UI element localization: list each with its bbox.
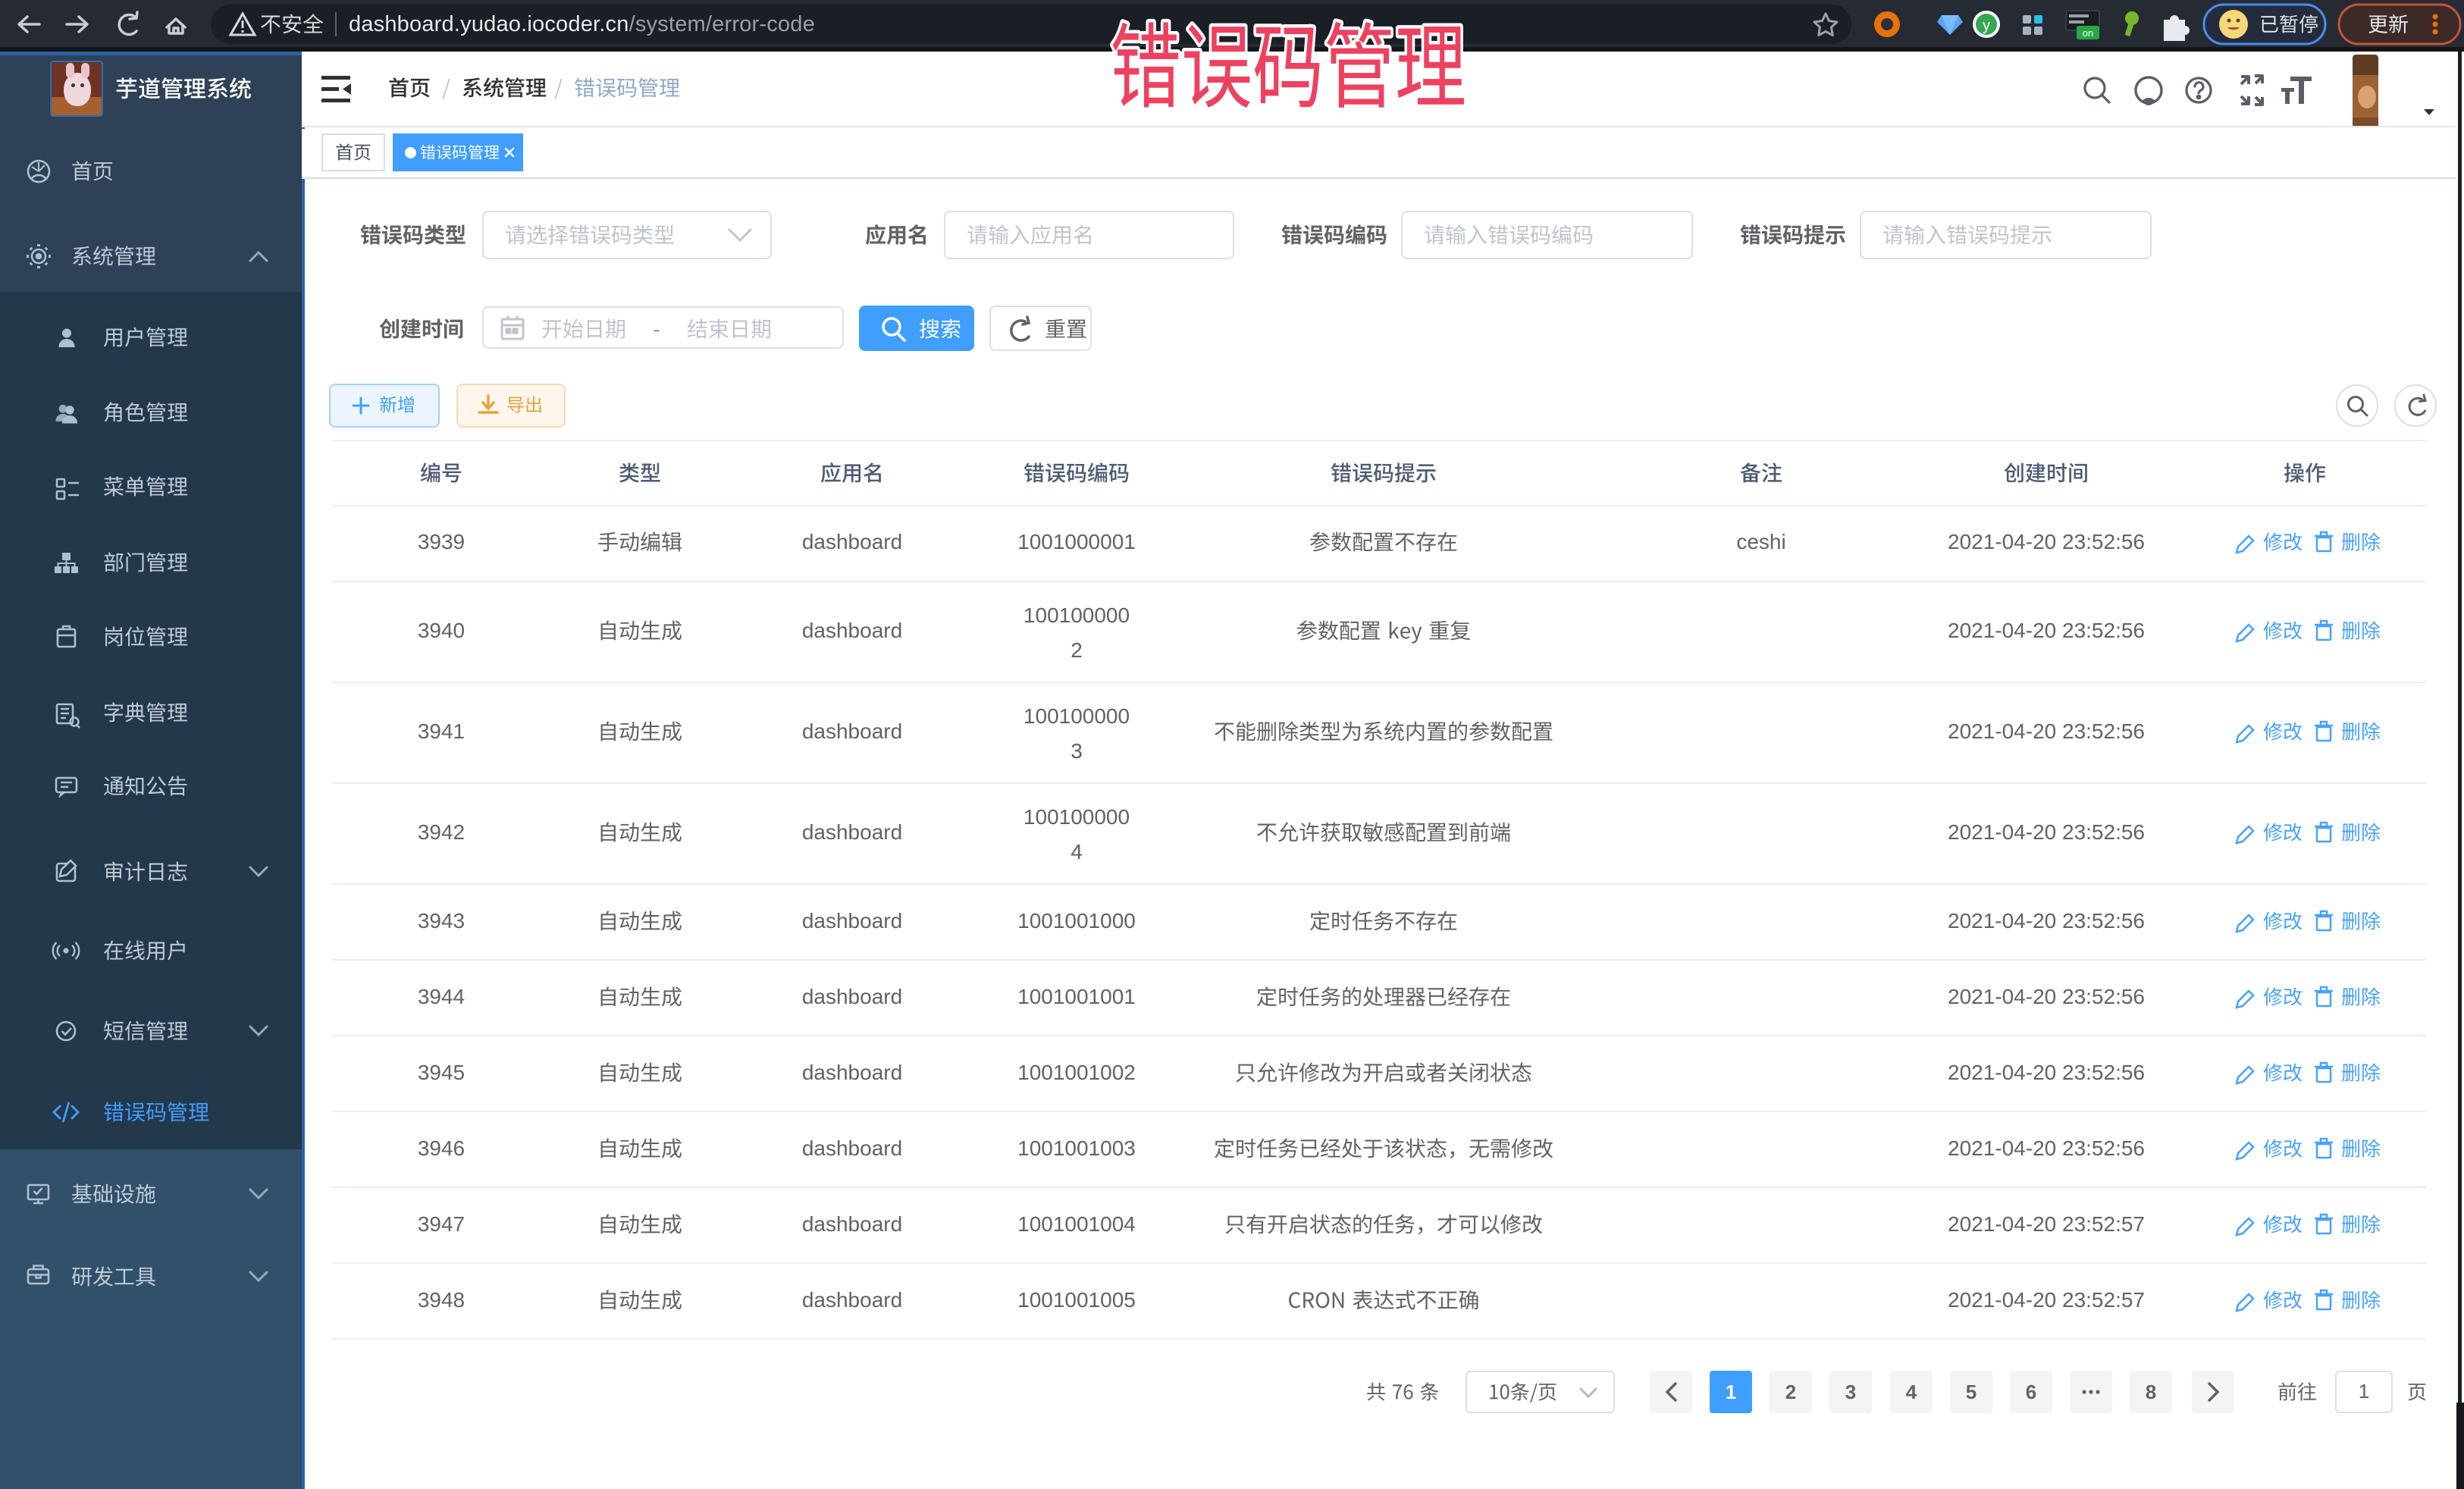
svg-text:on: on <box>2083 27 2093 39</box>
svg-text:y: y <box>1983 17 1990 34</box>
